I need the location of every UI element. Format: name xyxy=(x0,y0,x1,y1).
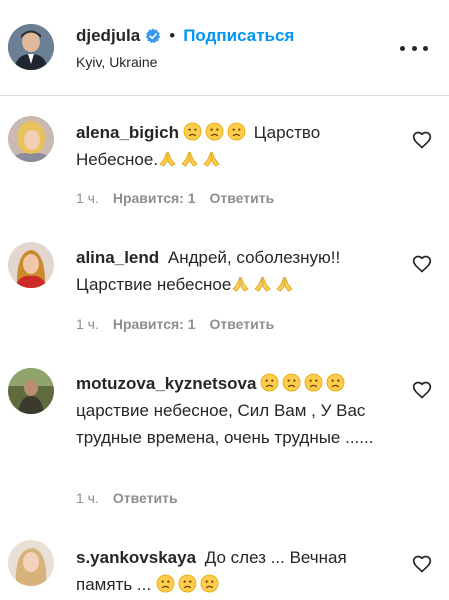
reply-button[interactable]: Ответить xyxy=(113,490,178,506)
heart-icon[interactable] xyxy=(412,554,432,574)
comment-text: alina_lend Андрей, соболезную!! Царствие… xyxy=(76,244,386,298)
folded-hands-icon xyxy=(158,150,224,169)
comment-body: царствие небесное, Сил Вам , У Вас трудн… xyxy=(76,401,374,447)
author-avatar[interactable] xyxy=(8,24,54,70)
comment-meta: 1 ч. Нравится: 1 Ответить xyxy=(76,190,288,206)
separator-dot: • xyxy=(169,26,176,45)
comment-time[interactable]: 1 ч. xyxy=(76,316,99,332)
comment-author[interactable]: alina_lend xyxy=(76,248,159,267)
post-header: djedjula • Подписаться Kyiv, Ukraine xyxy=(0,0,449,96)
sad-face-icon xyxy=(183,122,249,142)
comment-author[interactable]: s.yankovskaya xyxy=(76,548,196,567)
author-username[interactable]: djedjula xyxy=(76,26,140,46)
comment-likes[interactable]: Нравится: 1 xyxy=(113,316,196,332)
heart-icon[interactable] xyxy=(412,130,432,150)
comment-author[interactable]: alena_bigich xyxy=(76,123,179,142)
verified-badge-icon xyxy=(146,28,161,44)
reply-button[interactable]: Ответить xyxy=(210,190,275,206)
folded-hands-icon xyxy=(231,275,297,294)
comment-text: alena_bigich Царство Небесное. xyxy=(76,119,386,173)
post-location[interactable]: Kyiv, Ukraine xyxy=(76,54,157,70)
heart-icon[interactable] xyxy=(412,254,432,274)
comment-time[interactable]: 1 ч. xyxy=(76,190,99,206)
comment-meta: 1 ч. Нравится: 1 Ответить xyxy=(76,316,288,332)
follow-button[interactable]: Подписаться xyxy=(183,26,294,46)
comment-likes[interactable]: Нравится: 1 xyxy=(113,190,196,206)
comment-time[interactable]: 1 ч. xyxy=(76,490,99,506)
sad-face-icon xyxy=(156,574,222,594)
more-options-icon[interactable] xyxy=(400,36,428,60)
reply-button[interactable]: Ответить xyxy=(210,316,275,332)
commenter-avatar[interactable] xyxy=(8,242,54,288)
commenter-avatar[interactable] xyxy=(8,368,54,414)
commenter-avatar[interactable] xyxy=(8,540,54,586)
comment-meta: 1 ч. Ответить xyxy=(76,490,192,506)
comment-text: s.yankovskaya До слез ... Вечная память … xyxy=(76,544,386,598)
sad-face-icon xyxy=(260,373,348,393)
heart-icon[interactable] xyxy=(412,380,432,400)
commenter-avatar[interactable] xyxy=(8,116,54,162)
comment-author[interactable]: motuzova_kyznetsova xyxy=(76,374,256,393)
comment-text: motuzova_kyznetsova царствие небесное, С… xyxy=(76,370,386,451)
